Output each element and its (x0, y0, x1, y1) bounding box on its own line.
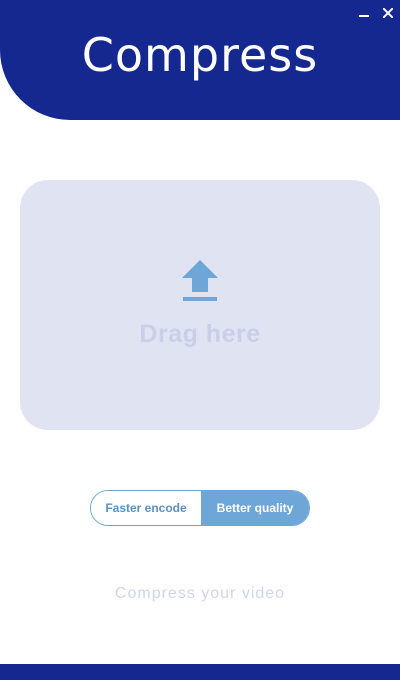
upload-icon (182, 260, 218, 301)
compress-video-label[interactable]: Compress your video (0, 585, 400, 603)
header-banner: Compress (0, 0, 400, 120)
close-button[interactable] (378, 4, 398, 22)
bottom-bar (0, 664, 400, 680)
app-title: Compress (81, 28, 319, 82)
minimize-button[interactable] (354, 4, 374, 22)
encode-mode-toggle[interactable]: Faster encode Better quality (90, 490, 310, 526)
better-quality-option[interactable]: Better quality (201, 491, 309, 525)
faster-encode-option[interactable]: Faster encode (91, 491, 201, 525)
minimize-icon (359, 15, 369, 17)
drop-zone[interactable]: Drag here (20, 180, 380, 430)
drop-zone-label: Drag here (139, 320, 261, 348)
close-icon (383, 8, 393, 18)
